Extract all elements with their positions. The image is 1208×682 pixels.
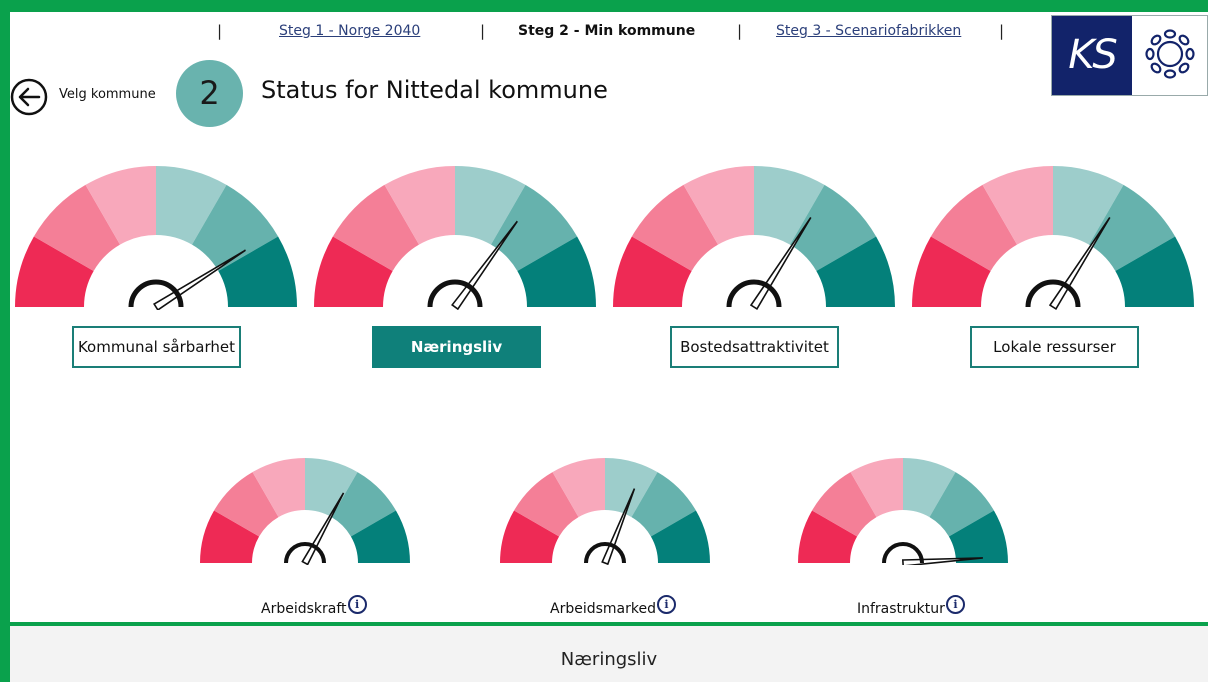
- info-icon[interactable]: i: [347, 595, 367, 614]
- ks-logo: KS: [1051, 15, 1208, 96]
- sub-gauge-label-text: Infrastruktur: [857, 601, 945, 617]
- gauge-infrastruktur: [798, 458, 1008, 565]
- gauge-naeringsliv: [314, 166, 596, 310]
- gauge-bostedsattraktivitet: [613, 166, 895, 310]
- chain-seal-icon: [1145, 29, 1195, 79]
- step-navigation: | Steg 1 - Norge 2040 | Steg 2 - Min kom…: [10, 22, 1208, 46]
- sub-gauge-label-infrastruktur: Infrastruktur i: [857, 595, 965, 617]
- nav-link-step1[interactable]: Steg 1 - Norge 2040: [279, 23, 420, 39]
- gauge-kommunal-sarbarhet: [15, 166, 297, 310]
- main-canvas: | Steg 1 - Norge 2040 | Steg 2 - Min kom…: [10, 12, 1208, 682]
- gauge-arbeidsmarked: [500, 458, 710, 565]
- gauge-button-bostedsattraktivitet[interactable]: Bostedsattraktivitet: [670, 326, 839, 368]
- sub-gauge-label-arbeidsmarked: Arbeidsmarked i: [550, 595, 676, 617]
- gauge-button-kommunal-sarbarhet[interactable]: Kommunal sårbarhet: [72, 326, 241, 368]
- page-title: Status for Nittedal kommune: [261, 76, 608, 104]
- nav-separator: |: [999, 22, 1005, 40]
- footer-panel: Næringsliv: [10, 626, 1208, 682]
- sub-gauge-label-arbeidskraft: Arbeidskraft i: [261, 595, 367, 617]
- info-icon[interactable]: i: [945, 595, 965, 614]
- nav-link-step3[interactable]: Steg 3 - Scenariofabrikken: [776, 23, 961, 39]
- info-icon[interactable]: i: [656, 595, 676, 614]
- sub-gauge-label-text: Arbeidsmarked: [550, 601, 656, 617]
- back-label[interactable]: Velg kommune: [59, 87, 156, 102]
- footer-title: Næringsliv: [560, 649, 658, 670]
- nav-separator: |: [737, 22, 743, 40]
- back-arrow-icon[interactable]: [10, 78, 48, 116]
- gauge-button-lokale-ressurser[interactable]: Lokale ressurser: [970, 326, 1139, 368]
- gauge-lokale-ressurser: [912, 166, 1194, 310]
- gauge-arbeidskraft: [200, 458, 410, 565]
- nav-separator: |: [217, 22, 223, 40]
- nav-current-step2: Steg 2 - Min kommune: [518, 23, 696, 39]
- gauge-button-naeringsliv[interactable]: Næringsliv: [372, 326, 541, 368]
- ks-logo-text: KS: [1052, 16, 1132, 95]
- sub-gauge-label-text: Arbeidskraft: [261, 601, 347, 617]
- step-number-badge: 2: [176, 60, 243, 127]
- nav-separator: |: [480, 22, 486, 40]
